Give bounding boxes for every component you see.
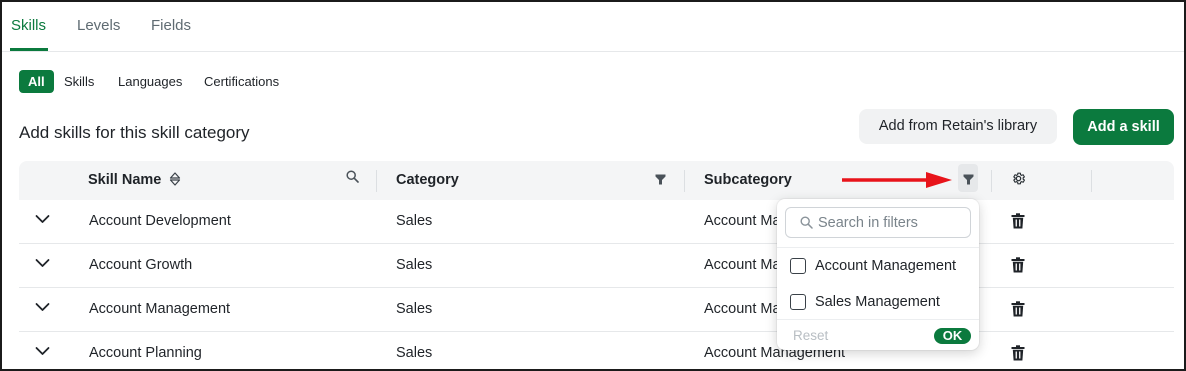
skill-name-cell: Account Development — [89, 213, 231, 229]
category-cell: Sales — [396, 301, 433, 317]
column-divider — [376, 170, 377, 192]
divider — [777, 319, 979, 320]
filter-option-label: Account Management — [815, 258, 957, 274]
table-row[interactable]: Account Planning Sales Account Managemen… — [19, 332, 1174, 369]
subcategory-filter-button[interactable] — [958, 164, 978, 192]
section-title: Add skills for this skill category — [19, 123, 250, 142]
column-header-label: Skill Name — [88, 172, 162, 188]
skill-name-cell: Account Growth — [89, 257, 193, 273]
skill-name-cell: Account Management — [89, 301, 231, 317]
reset-button[interactable]: Reset — [793, 328, 828, 343]
category-cell: Sales — [396, 345, 433, 361]
column-header-category[interactable]: Category — [396, 172, 459, 188]
add-from-library-button[interactable]: Add from Retain's library — [859, 109, 1057, 144]
chevron-down-icon[interactable] — [35, 258, 50, 268]
tab-fields[interactable]: Fields — [151, 17, 191, 34]
trash-icon[interactable] — [1011, 345, 1025, 361]
filter-certifications[interactable]: Certifications — [204, 70, 279, 93]
filter-icon[interactable] — [655, 174, 666, 185]
chevron-down-icon[interactable] — [35, 346, 50, 356]
column-header-skill-name[interactable]: Skill Name — [88, 172, 181, 188]
filter-languages[interactable]: Languages — [118, 70, 182, 93]
top-tabs: Skills Levels Fields — [2, 2, 1184, 52]
tab-skills[interactable]: Skills — [11, 17, 46, 34]
gear-icon[interactable] — [1011, 171, 1026, 186]
filter-skills[interactable]: Skills — [64, 70, 94, 93]
trash-icon[interactable] — [1011, 301, 1025, 317]
table-row[interactable]: Account Growth Sales Account Management — [19, 244, 1174, 288]
ok-button[interactable]: OK — [934, 328, 971, 344]
trash-icon[interactable] — [1011, 213, 1025, 229]
category-cell: Sales — [396, 213, 433, 229]
table-row[interactable]: Account Management Sales Account Managem… — [19, 288, 1174, 332]
active-tab-indicator — [10, 48, 48, 51]
filter-icon — [963, 174, 974, 185]
category-cell: Sales — [396, 257, 433, 273]
app-frame: Skills Levels Fields All Skills Language… — [0, 0, 1186, 371]
filter-all[interactable]: All — [19, 70, 54, 93]
filter-search-box[interactable] — [785, 207, 971, 238]
table-row[interactable]: Account Development Sales Account Manage… — [19, 200, 1174, 244]
subcategory-filter-dropdown: Account Management Sales Management Rese… — [777, 199, 979, 350]
column-divider — [991, 170, 992, 192]
chevron-down-icon[interactable] — [35, 302, 50, 312]
trash-icon[interactable] — [1011, 257, 1025, 273]
sort-icon[interactable] — [169, 172, 181, 186]
divider — [777, 247, 979, 248]
add-skill-button[interactable]: Add a skill — [1073, 109, 1174, 145]
search-icon[interactable] — [346, 170, 359, 183]
checkbox[interactable] — [790, 258, 806, 274]
column-divider — [684, 170, 685, 192]
checkbox[interactable] — [790, 294, 806, 310]
search-icon — [800, 216, 813, 229]
column-divider — [1091, 170, 1092, 192]
column-header-subcategory[interactable]: Subcategory — [704, 172, 792, 188]
annotation-arrow-icon — [842, 172, 952, 188]
tab-levels[interactable]: Levels — [77, 17, 120, 34]
filter-search-input[interactable] — [818, 213, 966, 233]
table-header: Skill Name Category Subcategory — [19, 161, 1174, 200]
chevron-down-icon[interactable] — [35, 214, 50, 224]
skill-name-cell: Account Planning — [89, 345, 202, 361]
filter-option-label: Sales Management — [815, 294, 940, 310]
